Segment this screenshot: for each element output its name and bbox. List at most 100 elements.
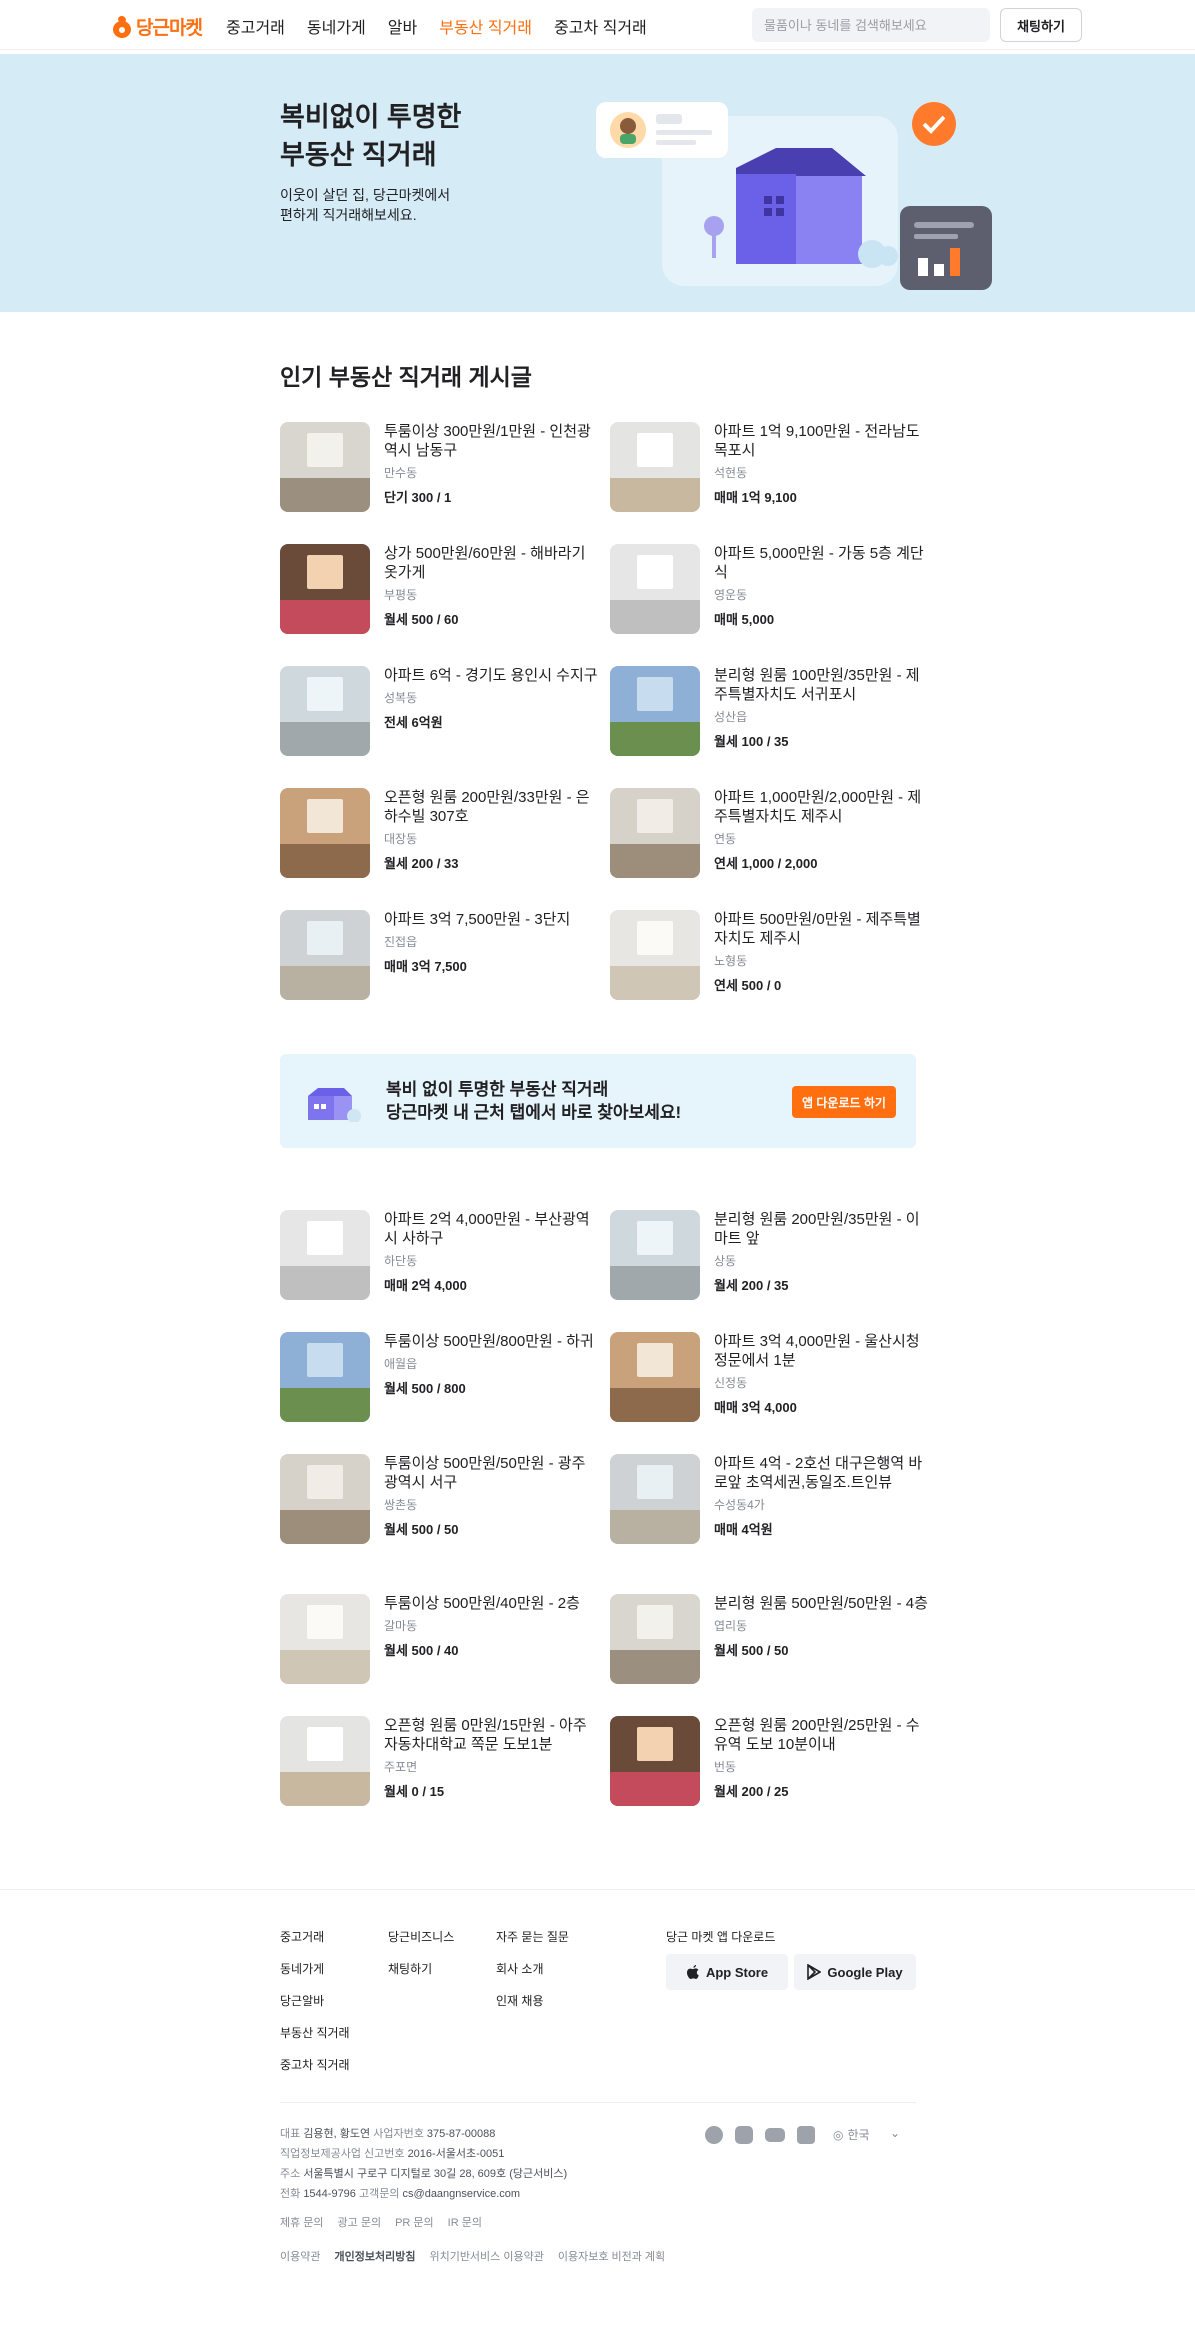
listing-title[interactable]: 투룸이상 300만원/1만원 - 인천광역시 남동구: [384, 422, 598, 460]
listing-photo[interactable]: [280, 1716, 370, 1806]
listing-card[interactable]: 아파트 2억 4,000만원 - 부산광역시 사하구 하단동 매매 2억 4,000: [280, 1210, 598, 1332]
language-select[interactable]: ◎ 한국: [833, 2126, 870, 2143]
listing-photo[interactable]: [610, 788, 700, 878]
listing-title[interactable]: 아파트 3억 7,500만원 - 3단지: [384, 910, 598, 929]
section-title: 인기 부동산 직거래 게시글: [280, 364, 532, 390]
listing-title[interactable]: 분리형 원룸 200만원/35만원 - 이마트 앞: [714, 1210, 928, 1248]
listing-photo[interactable]: [280, 1594, 370, 1684]
listing-title[interactable]: 아파트 1억 9,100만원 - 전라남도 목포시: [714, 422, 928, 460]
listing-card[interactable]: 오픈형 원룸 200만원/33만원 - 은하수빌 307호 대장동 월세 200 /…: [280, 788, 598, 910]
youtube-icon[interactable]: [765, 2128, 785, 2142]
instagram-icon[interactable]: [735, 2126, 753, 2144]
footer-link[interactable]: 자주 묻는 질문: [496, 1928, 569, 1945]
app-download-button[interactable]: 앱 다운로드 하기: [792, 1086, 896, 1118]
listing-card[interactable]: 아파트 4억 - 2호선 대구은행역 바로앞 초역세권,동일조.트인뷰 수성동4가…: [610, 1454, 928, 1594]
inquiry-link[interactable]: 광고 문의: [338, 2214, 382, 2230]
footer-link[interactable]: 당근비즈니스: [388, 1928, 454, 1945]
nav-item-real-estate[interactable]: 부동산 직거래: [439, 14, 532, 38]
listing-card[interactable]: 분리형 원룸 500만원/50만원 - 4층 엽리동 월세 500 / 50: [610, 1594, 928, 1716]
listing-photo[interactable]: [280, 666, 370, 756]
footer-link[interactable]: 인재 채용: [496, 1992, 569, 2009]
listing-title[interactable]: 투룸이상 500만원/800만원 - 하귀: [384, 1332, 598, 1351]
nav-item-local-stores[interactable]: 동네가게: [307, 14, 366, 38]
inquiry-link[interactable]: 제휴 문의: [280, 2214, 324, 2230]
listing-title[interactable]: 오픈형 원룸 200만원/25만원 - 수유역 도보 10분이내: [714, 1716, 928, 1754]
listing-card[interactable]: 투룸이상 500만원/50만원 - 광주광역시 서구 쌍촌동 월세 500 / 50: [280, 1454, 598, 1594]
listing-title[interactable]: 아파트 4억 - 2호선 대구은행역 바로앞 초역세권,동일조.트인뷰: [714, 1454, 928, 1492]
listing-title[interactable]: 아파트 2억 4,000만원 - 부산광역시 사하구: [384, 1210, 598, 1248]
terms-link[interactable]: 이용약관: [280, 2248, 320, 2264]
listing-title[interactable]: 아파트 500만원/0만원 - 제주특별자치도 제주시: [714, 910, 928, 948]
listing-title[interactable]: 상가 500만원/60만원 - 해바라기 옷가게: [384, 544, 598, 582]
listing-card[interactable]: 투룸이상 300만원/1만원 - 인천광역시 남동구 만수동 단기 300 / 1: [280, 422, 598, 544]
listing-title[interactable]: 투룸이상 500만원/40만원 - 2층: [384, 1594, 598, 1613]
listing-title[interactable]: 분리형 원룸 100만원/35만원 - 제주특별자치도 서귀포시: [714, 666, 928, 704]
footer-link[interactable]: 회사 소개: [496, 1960, 569, 1977]
listing-title[interactable]: 오픈형 원룸 200만원/33만원 - 은하수빌 307호: [384, 788, 598, 826]
listing-title[interactable]: 아파트 1,000만원/2,000만원 - 제주특별자치도 제주시: [714, 788, 928, 826]
privacy-policy-link[interactable]: 개인정보처리방침: [334, 2248, 415, 2264]
listing-title[interactable]: 오픈형 원룸 0만원/15만원 - 아주자동차대학교 쪽문 도보1분: [384, 1716, 598, 1754]
listing-photo[interactable]: [280, 544, 370, 634]
footer-link[interactable]: 중고차 직거래: [280, 2056, 350, 2073]
listing-photo[interactable]: [610, 666, 700, 756]
listing-card[interactable]: 오픈형 원룸 200만원/25만원 - 수유역 도보 10분이내 번동 월세 200…: [610, 1716, 928, 1838]
chat-button[interactable]: 채팅하기: [1000, 8, 1082, 42]
listing-photo[interactable]: [610, 1594, 700, 1684]
listing-photo[interactable]: [280, 1210, 370, 1300]
listing-title[interactable]: 투룸이상 500만원/50만원 - 광주광역시 서구: [384, 1454, 598, 1492]
listing-card[interactable]: 투룸이상 500만원/800만원 - 하귀 애월읍 월세 500 / 800: [280, 1332, 598, 1454]
logo-text: 당근마켓: [136, 18, 203, 39]
blog-icon[interactable]: [797, 2126, 815, 2144]
footer-link[interactable]: 부동산 직거래: [280, 2024, 350, 2041]
listing-card[interactable]: 분리형 원룸 100만원/35만원 - 제주특별자치도 서귀포시 성산읍 월세 10…: [610, 666, 928, 788]
inquiry-link[interactable]: PR 문의: [395, 2214, 434, 2230]
nav-item-jobs[interactable]: 알바: [388, 14, 417, 38]
nav-item-used-cars[interactable]: 중고차 직거래: [554, 14, 647, 38]
listing-photo[interactable]: [610, 1716, 700, 1806]
apple-icon: [686, 1965, 699, 1979]
listing-photo[interactable]: [610, 422, 700, 512]
footer-link[interactable]: 채팅하기: [388, 1960, 454, 1977]
listing-photo[interactable]: [610, 544, 700, 634]
listing-title[interactable]: 아파트 3억 4,000만원 - 울산시청 정문에서 1분: [714, 1332, 928, 1370]
listing-photo[interactable]: [610, 1454, 700, 1544]
app-store-button[interactable]: App Store: [666, 1954, 788, 1990]
listing-photo[interactable]: [280, 910, 370, 1000]
listing-card[interactable]: 아파트 3억 7,500만원 - 3단지 진접읍 매매 3억 7,500: [280, 910, 598, 1032]
listing-card[interactable]: 상가 500만원/60만원 - 해바라기 옷가게 부평동 월세 500 / 60: [280, 544, 598, 666]
footer-link[interactable]: 동네가게: [280, 1960, 350, 1977]
listing-region: 하단동: [384, 1254, 418, 1268]
listing-title[interactable]: 아파트 6억 - 경기도 용인시 수지구: [384, 666, 598, 685]
listing-card[interactable]: 아파트 6억 - 경기도 용인시 수지구 성복동 전세 6억원: [280, 666, 598, 788]
facebook-icon[interactable]: [705, 2126, 723, 2144]
listing-title[interactable]: 분리형 원룸 500만원/50만원 - 4층: [714, 1594, 928, 1613]
listing-card[interactable]: 아파트 1억 9,100만원 - 전라남도 목포시 석현동 매매 1억 9,100: [610, 422, 928, 544]
footer-link[interactable]: 당근알바: [280, 1992, 350, 2009]
listing-photo[interactable]: [280, 1454, 370, 1544]
nav-item-used-goods[interactable]: 중고거래: [226, 14, 285, 38]
listing-card[interactable]: 투룸이상 500만원/40만원 - 2층 갈마동 월세 500 / 40: [280, 1594, 598, 1716]
logo[interactable]: 당근마켓: [112, 13, 203, 40]
listing-title[interactable]: 아파트 5,000만원 - 가동 5층 계단식: [714, 544, 928, 582]
google-play-button[interactable]: Google Play: [794, 1954, 916, 1990]
listing-card[interactable]: 아파트 500만원/0만원 - 제주특별자치도 제주시 노형동 연세 500 / 0: [610, 910, 928, 1032]
terms-link[interactable]: 위치기반서비스 이용약관: [429, 2248, 543, 2264]
listing-photo[interactable]: [280, 422, 370, 512]
listing-card[interactable]: 오픈형 원룸 0만원/15만원 - 아주자동차대학교 쪽문 도보1분 주포면 월세 …: [280, 1716, 598, 1838]
listing-card[interactable]: 아파트 1,000만원/2,000만원 - 제주특별자치도 제주시 연동 연세 1,…: [610, 788, 928, 910]
listing-photo[interactable]: [280, 788, 370, 878]
listing-info: 아파트 3억 7,500만원 - 3단지 진접읍 매매 3억 7,500: [384, 910, 598, 1032]
listing-card[interactable]: 아파트 5,000만원 - 가동 5층 계단식 영운동 매매 5,000: [610, 544, 928, 666]
footer-divider: [280, 2102, 916, 2103]
search-input[interactable]: [752, 8, 990, 42]
footer-link[interactable]: 중고거래: [280, 1928, 350, 1945]
listing-photo[interactable]: [280, 1332, 370, 1422]
listing-photo[interactable]: [610, 910, 700, 1000]
terms-link[interactable]: 이용자보호 비전과 계획: [558, 2248, 665, 2264]
listing-photo[interactable]: [610, 1332, 700, 1422]
listing-card[interactable]: 아파트 3억 4,000만원 - 울산시청 정문에서 1분 신정동 매매 3억 4,…: [610, 1332, 928, 1454]
listing-card[interactable]: 분리형 원룸 200만원/35만원 - 이마트 앞 상동 월세 200 / 35: [610, 1210, 928, 1332]
inquiry-link[interactable]: IR 문의: [448, 2214, 482, 2230]
listing-photo[interactable]: [610, 1210, 700, 1300]
